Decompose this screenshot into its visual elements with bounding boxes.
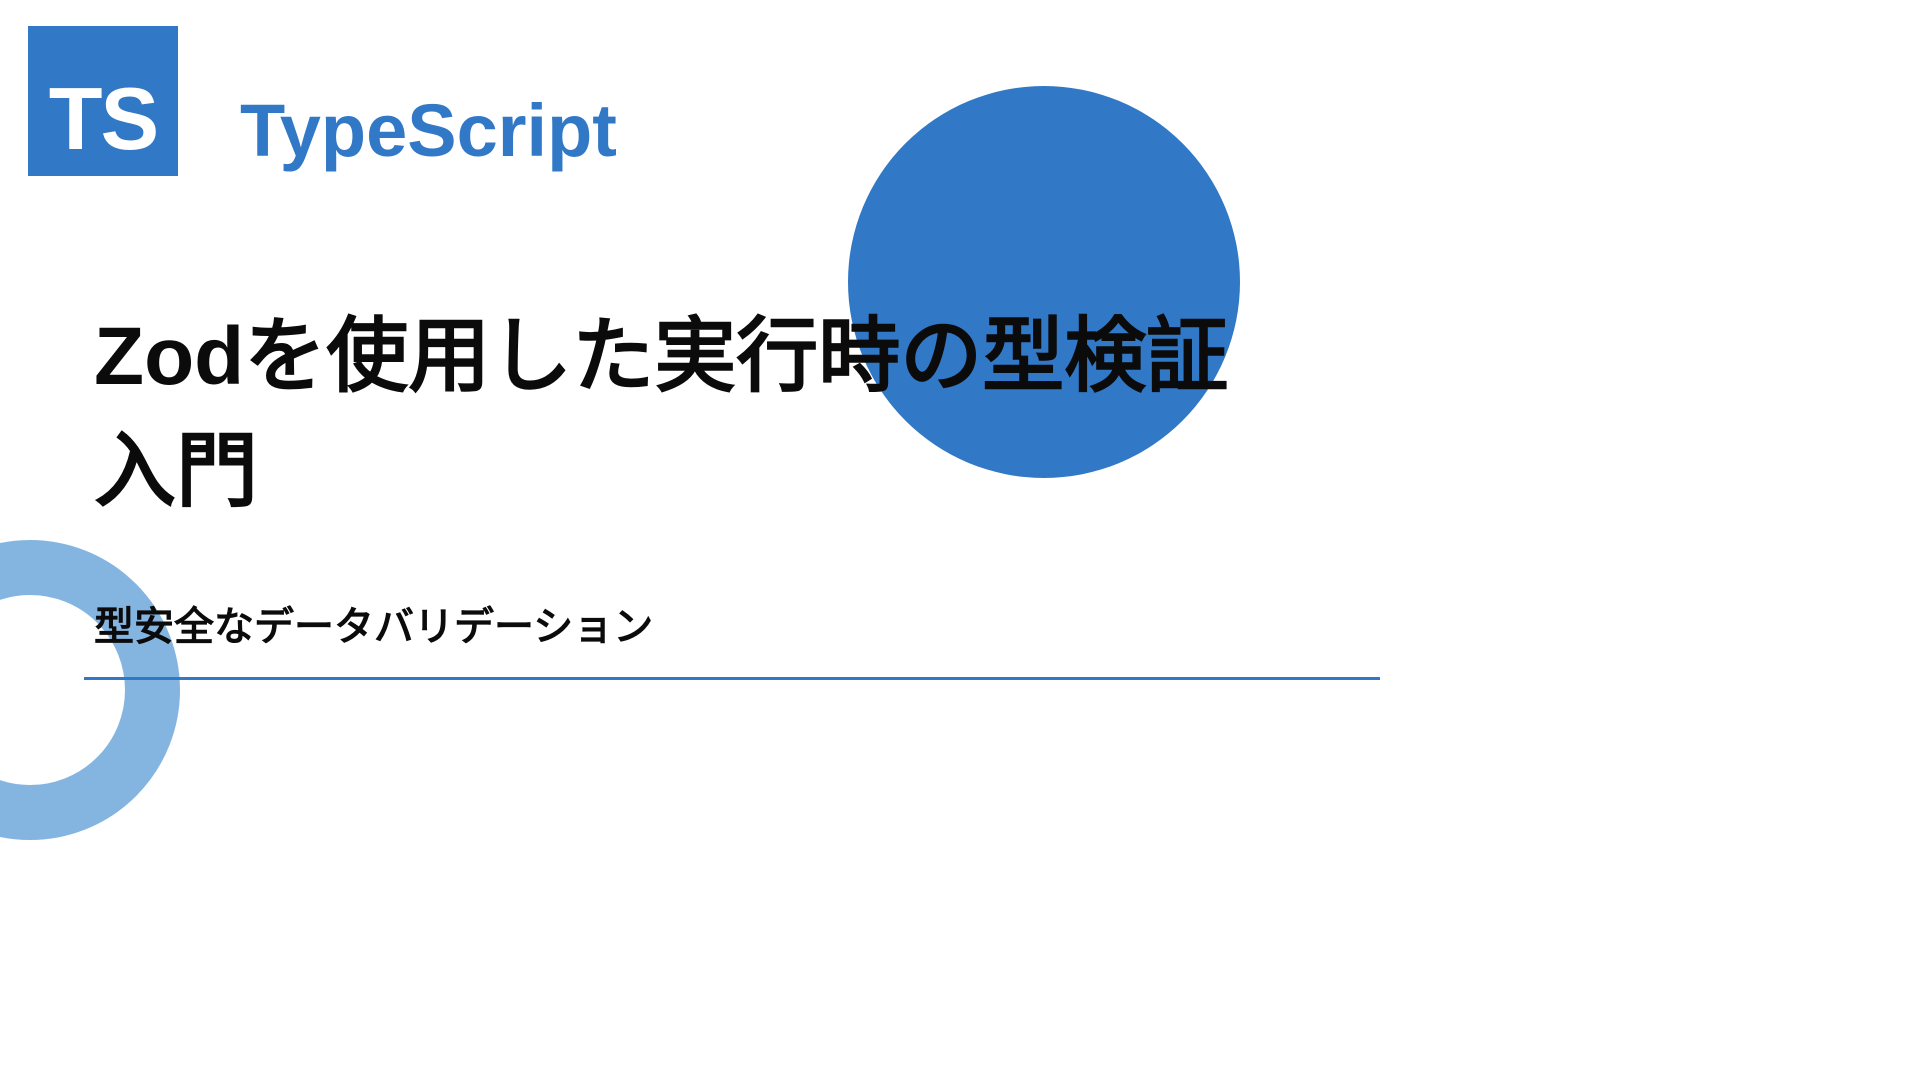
typescript-logo-icon: TS [28,26,178,176]
header-label: TypeScript [240,88,617,173]
logo-text: TS [49,68,157,170]
slide-title: Zodを使用した実行時の型検証入門 [94,300,1294,530]
divider-line [84,677,1380,680]
decorative-ring-icon [0,540,180,840]
slide-container: TS TypeScript Zodを使用した実行時の型検証入門 型安全なデータバ… [0,0,1464,780]
slide-subtitle: 型安全なデータバリデーション [94,594,653,652]
